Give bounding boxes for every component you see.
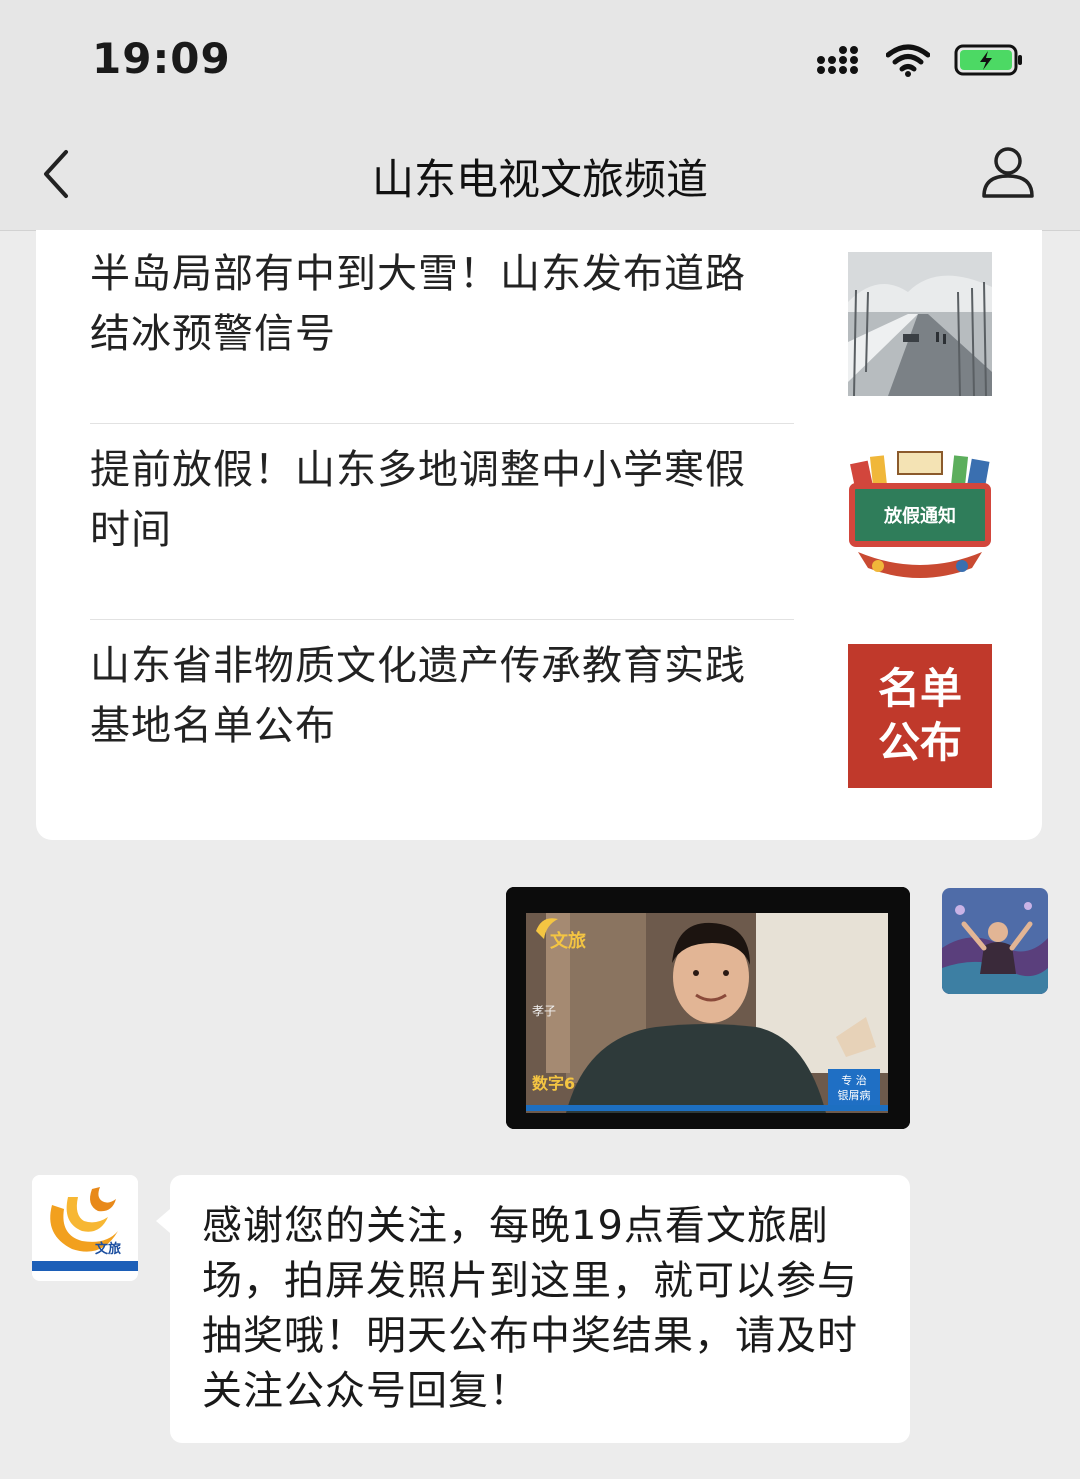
message-bubble[interactable]: 感谢您的关注，每晚19点看文旅剧场，拍屏发照片到这里，就可以参与抽奖哦！明天公布… bbox=[156, 1175, 910, 1443]
divider bbox=[90, 423, 794, 424]
my-avatar[interactable] bbox=[942, 888, 1048, 994]
signal-icon bbox=[817, 46, 858, 74]
sent-photo[interactable]: 文旅 孝子 数字6 专 治 银屑病 bbox=[506, 887, 910, 1129]
article-item[interactable]: 半岛局部有中到大雪！山东发布道路结冰预警信号 bbox=[90, 230, 996, 426]
nav-bar: 山东电视文旅频道 bbox=[0, 120, 1080, 231]
snowy-road-photo bbox=[848, 252, 992, 396]
divider bbox=[90, 619, 794, 620]
page-title: 山东电视文旅频道 bbox=[371, 155, 708, 204]
thumb-text: 名单 bbox=[877, 664, 962, 713]
status-bar: 19:09 bbox=[0, 0, 1080, 120]
article-thumbnail bbox=[848, 252, 992, 396]
notice-text: 放假通知 bbox=[883, 505, 956, 527]
thumb-text: 公布 bbox=[877, 718, 962, 767]
avatar-photo bbox=[942, 888, 1048, 994]
article-thumbnail: 名单 公布 bbox=[848, 644, 992, 788]
article-thumbnail: 放假通知 bbox=[848, 448, 992, 592]
article-title: 提前放假！山东多地调整中小学寒假时间 bbox=[90, 447, 746, 553]
tv-ad-text: 银屑病 bbox=[838, 1088, 871, 1102]
tv-channel-text: 数字6 bbox=[532, 1074, 575, 1093]
article-card: 半岛局部有中到大雪！山东发布道路结冰预警信号 提前放假！山东多地调整中小学寒假时… bbox=[36, 230, 1042, 840]
person-icon[interactable] bbox=[980, 144, 1036, 200]
tv-screen-photo: 文旅 孝子 数字6 专 治 银屑病 bbox=[506, 887, 910, 1129]
tv-side-text: 孝子 bbox=[532, 1004, 556, 1018]
bot-avatar[interactable]: 文旅 bbox=[32, 1175, 138, 1281]
logo-text: 文旅 bbox=[95, 1241, 121, 1257]
channel-logo-icon: 文旅 bbox=[32, 1175, 138, 1281]
article-item[interactable]: 山东省非物质文化遗产传承教育实践基地名单公布 名单 公布 bbox=[90, 622, 996, 818]
tv-ad-text: 专 治 bbox=[841, 1073, 867, 1087]
holiday-notice-image: 放假通知 bbox=[848, 448, 992, 592]
article-title: 山东省非物质文化遗产传承教育实践基地名单公布 bbox=[90, 643, 746, 749]
status-icons bbox=[816, 40, 1024, 80]
status-time: 19:09 bbox=[92, 34, 231, 83]
article-title: 半岛局部有中到大雪！山东发布道路结冰预警信号 bbox=[90, 251, 746, 357]
article-item[interactable]: 提前放假！山东多地调整中小学寒假时间 放假通知 bbox=[90, 426, 996, 622]
message-text: 感谢您的关注，每晚19点看文旅剧场，拍屏发照片到这里，就可以参与抽奖哦！明天公布… bbox=[202, 1203, 858, 1414]
tv-logo-text: 文旅 bbox=[550, 930, 586, 952]
wifi-icon bbox=[886, 44, 930, 77]
battery-icon bbox=[954, 44, 1022, 76]
